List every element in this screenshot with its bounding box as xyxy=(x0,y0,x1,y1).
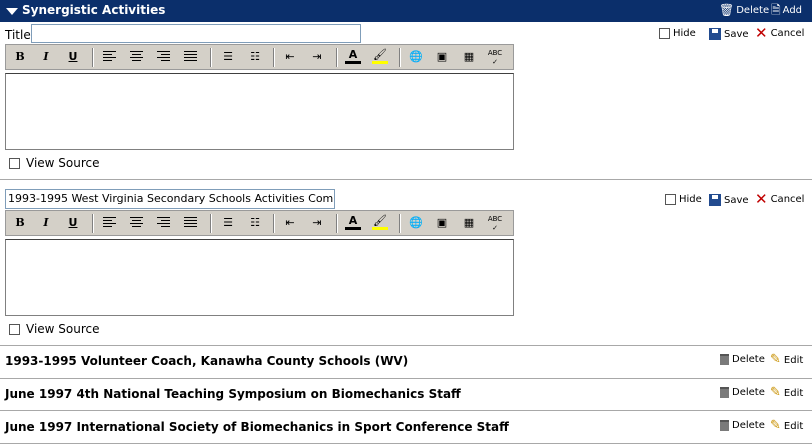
toolbar-separator xyxy=(210,48,212,67)
list-item-text: June 1997 4th National Teaching Symposiu… xyxy=(5,387,461,401)
cancel-x-icon: ✕ xyxy=(755,24,768,42)
align-right-icon[interactable] xyxy=(157,217,170,228)
toolbar-separator xyxy=(92,48,94,67)
edit-cancel-button[interactable]: ✕ Cancel xyxy=(755,190,804,208)
highlight-color-icon[interactable]: 🖌 xyxy=(372,49,388,64)
view-source-toggle-2[interactable]: View Source xyxy=(9,322,100,336)
trash-icon xyxy=(720,354,729,365)
new-hide-checkbox[interactable]: Hide xyxy=(659,28,696,39)
divider xyxy=(0,410,812,411)
bold-button[interactable]: B xyxy=(12,215,28,231)
new-save-button[interactable]: Save xyxy=(709,28,749,40)
italic-button[interactable]: I xyxy=(38,49,54,65)
spell-check-icon[interactable]: ABC ✓ xyxy=(487,49,503,66)
text-color-icon[interactable]: A xyxy=(345,215,361,230)
list-item-text: 1993-1995 Volunteer Coach, Kanawha Count… xyxy=(5,354,409,368)
outdent-icon[interactable]: ⇤ xyxy=(282,49,298,65)
align-left-icon[interactable] xyxy=(103,51,116,62)
divider xyxy=(0,378,812,379)
divider xyxy=(0,443,812,444)
spell-check-icon[interactable]: ABC ✓ xyxy=(487,215,503,232)
insert-link-globe-icon[interactable]: 🌐 xyxy=(408,215,424,231)
divider xyxy=(0,345,812,346)
indent-icon[interactable]: ⇥ xyxy=(309,215,325,231)
floppy-save-icon xyxy=(709,194,721,206)
align-center-icon[interactable] xyxy=(130,51,143,62)
title-input[interactable] xyxy=(31,24,361,43)
cancel-x-icon: ✕ xyxy=(755,190,768,208)
align-center-icon[interactable] xyxy=(130,217,143,228)
item-delete-button[interactable]: Delete xyxy=(720,420,765,431)
checkbox-icon[interactable] xyxy=(659,28,670,39)
insert-image-icon[interactable]: ▣ xyxy=(434,215,450,231)
collapse-triangle-icon[interactable] xyxy=(6,8,18,15)
align-right-icon[interactable] xyxy=(157,51,170,62)
header-delete-button[interactable]: 🗑 Delete xyxy=(719,4,769,16)
ordered-list-icon[interactable]: ☰ xyxy=(220,49,236,65)
editor-text-area[interactable] xyxy=(5,239,514,316)
insert-table-icon[interactable]: ▦ xyxy=(461,49,477,65)
entry-title-input[interactable]: 1993-1995 West Virginia Secondary School… xyxy=(5,189,335,209)
insert-image-icon[interactable]: ▣ xyxy=(434,49,450,65)
editor-toolbar: B I U ☰ ☷ ⇤ ⇥ A 🖌 🌐 ▣ ▦ ABC ✓ xyxy=(5,44,514,70)
ordered-list-icon[interactable]: ☰ xyxy=(220,215,236,231)
toolbar-separator xyxy=(273,48,275,67)
text-color-icon[interactable]: A xyxy=(345,49,361,64)
toolbar-separator xyxy=(336,214,338,233)
item-edit-button[interactable]: ✎ Edit xyxy=(770,385,803,400)
checkbox-icon[interactable] xyxy=(9,323,20,335)
editor-toolbar: B I U ☰ ☷ ⇤ ⇥ A 🖌 🌐 ▣ ▦ ABC ✓ xyxy=(5,210,514,236)
edit-save-button[interactable]: Save xyxy=(709,194,749,206)
trash-icon xyxy=(720,387,729,398)
divider xyxy=(0,179,812,180)
indent-icon[interactable]: ⇥ xyxy=(309,49,325,65)
section-header: Synergistic Activities 🗑 Delete 🗎 Add xyxy=(0,0,812,22)
toolbar-separator xyxy=(399,214,401,233)
view-source-toggle-1[interactable]: View Source xyxy=(9,156,100,170)
item-delete-button[interactable]: Delete xyxy=(720,354,765,365)
pencil-icon: ✎ xyxy=(770,385,781,400)
item-delete-button[interactable]: Delete xyxy=(720,387,765,398)
align-justify-icon[interactable] xyxy=(184,217,197,228)
pencil-icon: ✎ xyxy=(770,418,781,433)
toolbar-separator xyxy=(92,214,94,233)
editor-text-area[interactable] xyxy=(5,73,514,150)
unordered-list-icon[interactable]: ☷ xyxy=(247,215,263,231)
toolbar-separator xyxy=(210,214,212,233)
outdent-icon[interactable]: ⇤ xyxy=(282,215,298,231)
insert-table-icon[interactable]: ▦ xyxy=(461,215,477,231)
floppy-save-icon xyxy=(709,28,721,40)
trash-icon: 🗑 xyxy=(719,3,735,17)
title-label: Title xyxy=(5,28,31,42)
section-title: Synergistic Activities xyxy=(22,3,166,17)
new-cancel-button[interactable]: ✕ Cancel xyxy=(755,24,804,42)
trash-icon xyxy=(720,420,729,431)
edit-hide-checkbox[interactable]: Hide xyxy=(665,194,702,205)
toolbar-separator xyxy=(336,48,338,67)
checkbox-icon[interactable] xyxy=(665,194,676,205)
list-item-text: June 1997 International Society of Biome… xyxy=(5,420,509,434)
align-left-icon[interactable] xyxy=(103,217,116,228)
pencil-icon: ✎ xyxy=(770,352,781,367)
item-edit-button[interactable]: ✎ Edit xyxy=(770,418,803,433)
toolbar-separator xyxy=(273,214,275,233)
header-add-button[interactable]: 🗎 Add xyxy=(771,4,802,16)
italic-button[interactable]: I xyxy=(38,215,54,231)
align-justify-icon[interactable] xyxy=(184,51,197,62)
toolbar-separator xyxy=(399,48,401,67)
unordered-list-icon[interactable]: ☷ xyxy=(247,49,263,65)
checkbox-icon[interactable] xyxy=(9,157,20,169)
insert-link-globe-icon[interactable]: 🌐 xyxy=(408,49,424,65)
underline-button[interactable]: U xyxy=(65,49,81,65)
bold-button[interactable]: B xyxy=(12,49,28,65)
add-document-icon: 🗎 xyxy=(771,3,781,17)
highlight-color-icon[interactable]: 🖌 xyxy=(372,215,388,230)
item-edit-button[interactable]: ✎ Edit xyxy=(770,352,803,367)
underline-button[interactable]: U xyxy=(65,215,81,231)
